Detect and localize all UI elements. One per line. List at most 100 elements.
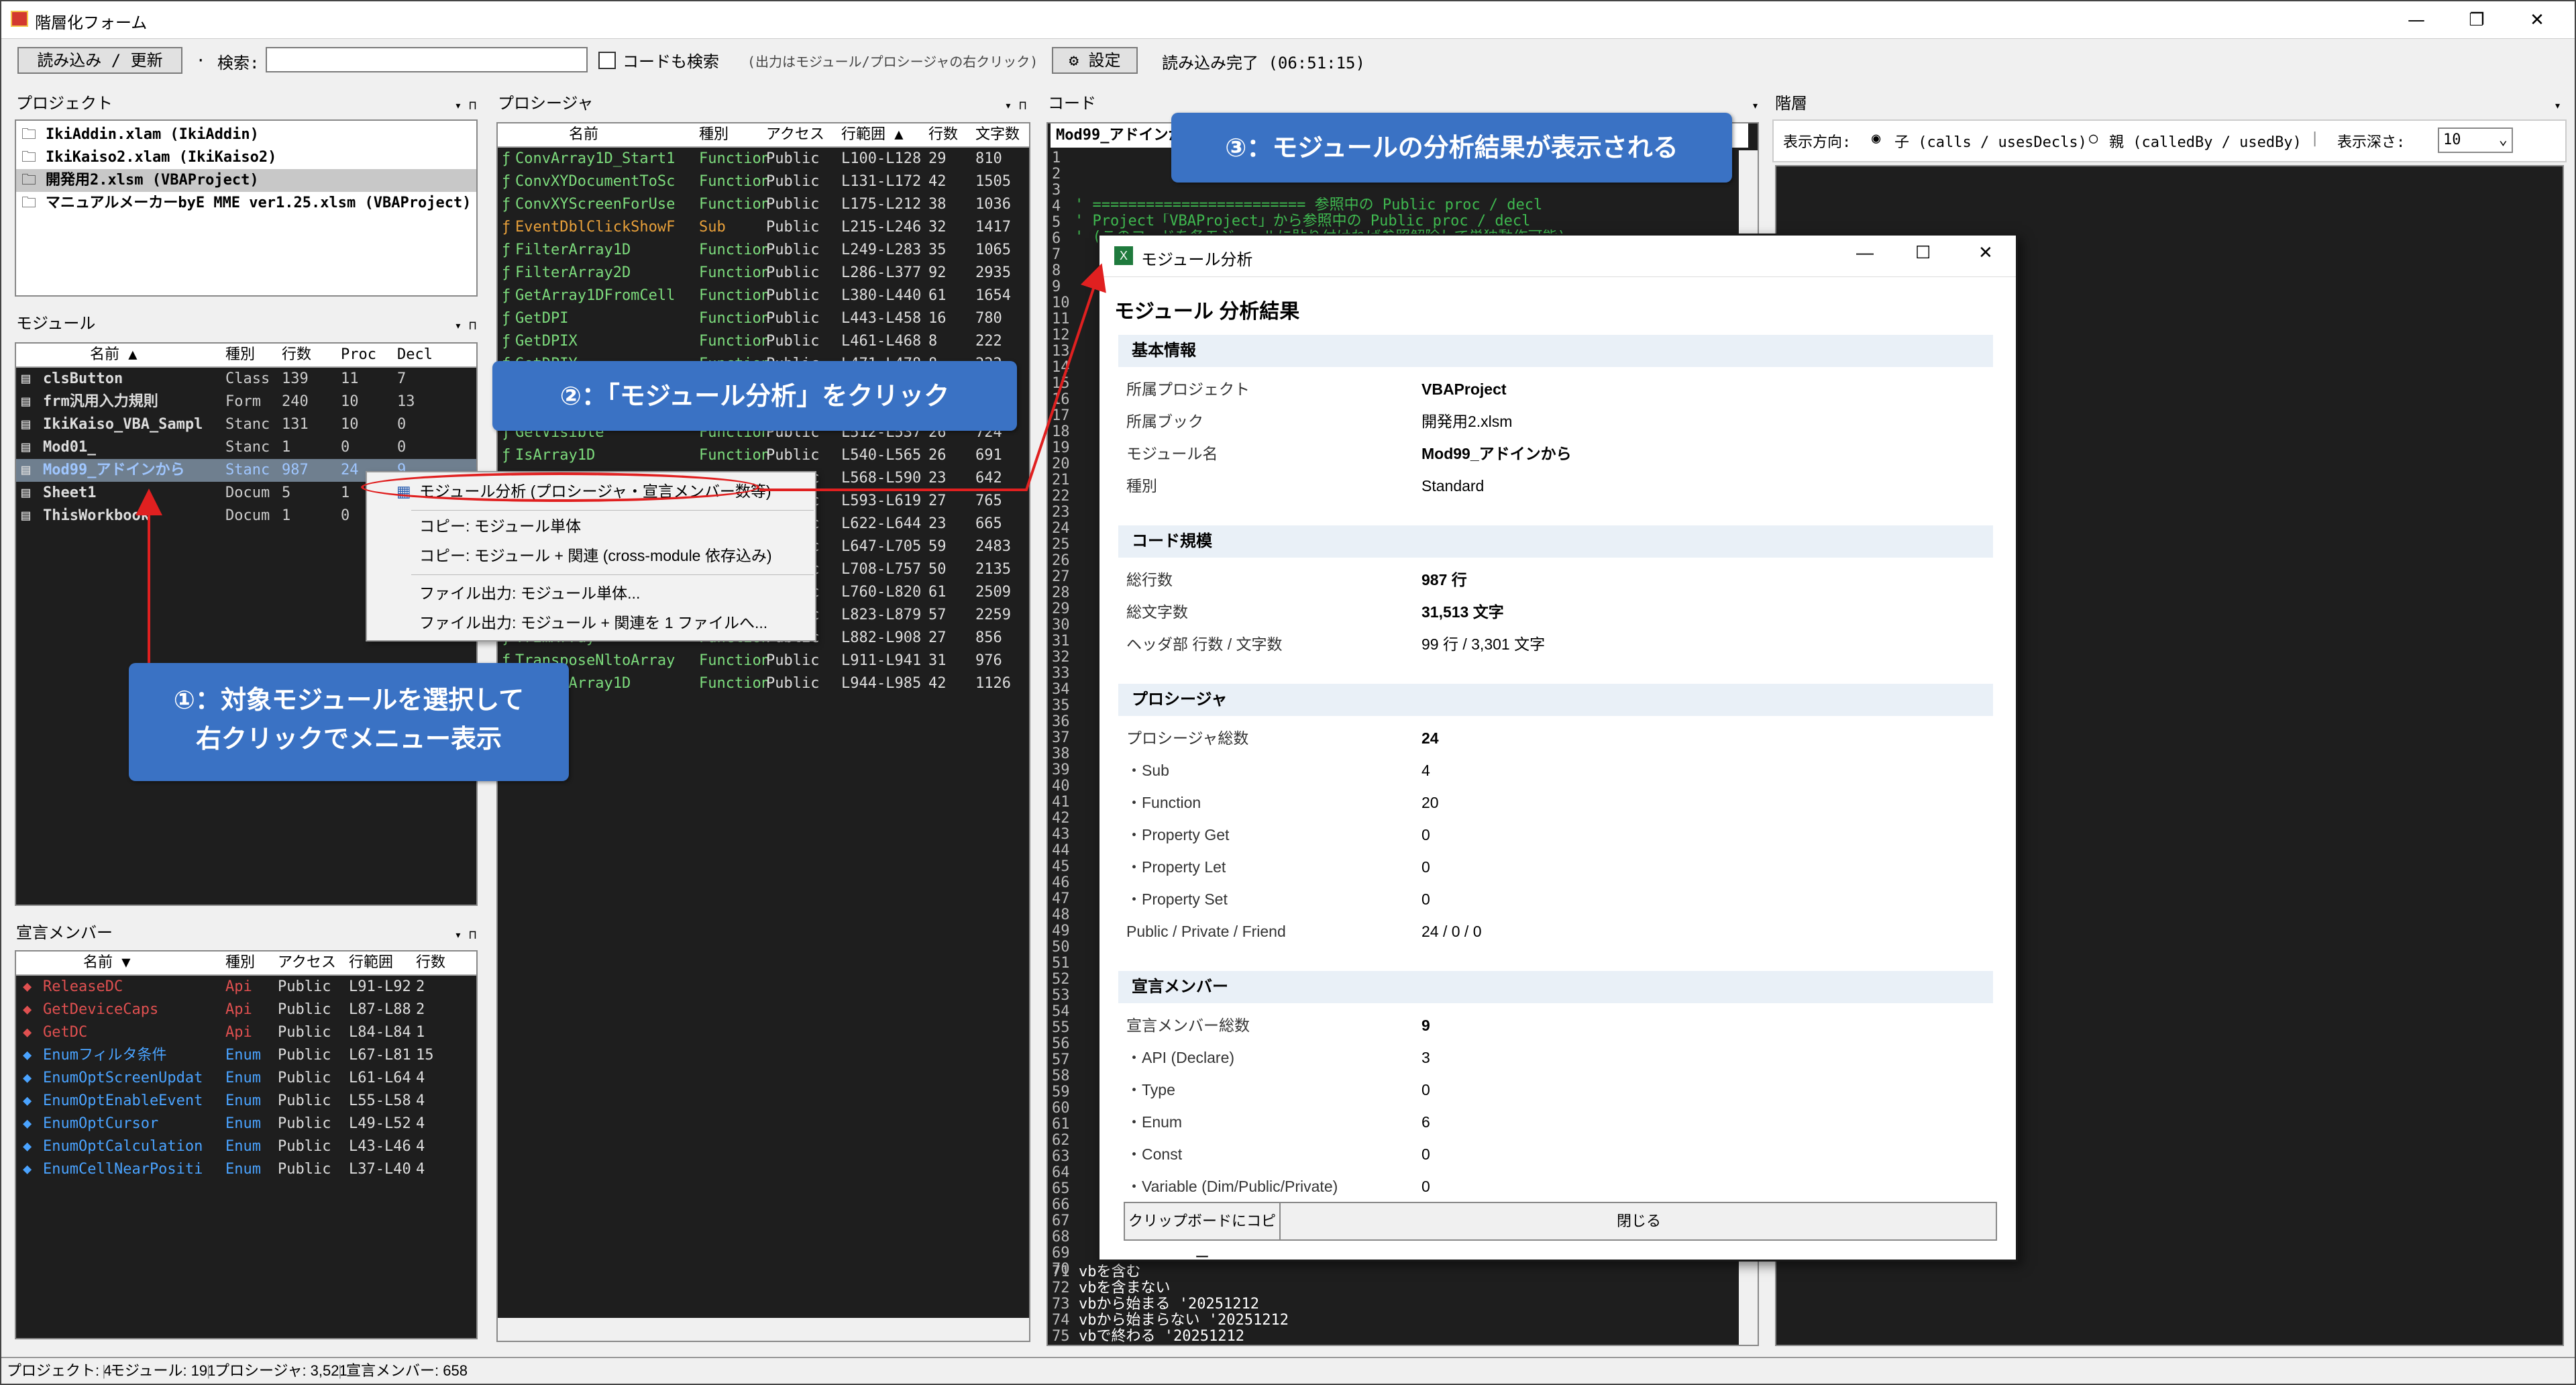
- table-row[interactable]: ƒUniqueArray1DFunctionPublicL944-L985421…: [498, 672, 1029, 695]
- col-header-type[interactable]: 種別: [699, 123, 729, 146]
- table-row[interactable]: ƒ ConvXYDocumentToSc Function Public L131-L1…: [498, 170, 1029, 193]
- code-search-checkbox[interactable]: [598, 52, 616, 69]
- col-header-name[interactable]: 名前 ▼: [83, 952, 131, 974]
- cell-name: Enumフィルタ条件: [43, 1047, 167, 1064]
- table-row[interactable]: ▤ Mod01_ Stanc 1 0 0: [16, 436, 476, 459]
- col-header-type[interactable]: 種別: [225, 952, 255, 974]
- pin-icon[interactable]: ▾: [1752, 94, 1759, 118]
- cell-range: L87-L88: [349, 1001, 411, 1018]
- line-number: 69: [1052, 1245, 1070, 1262]
- table-row[interactable]: ◆ EnumOptEnableEvent Enum Public L55-L58 4: [16, 1090, 476, 1113]
- table-row[interactable]: ƒ IsArray1D Function Public L540-L565 26 691: [498, 444, 1029, 467]
- child-radio[interactable]: ◉: [1872, 130, 1880, 147]
- cell-range: L215-L246: [841, 219, 922, 236]
- separator: |: [102, 1362, 106, 1379]
- line-number: 25: [1052, 536, 1070, 553]
- col-header-lines[interactable]: 行数: [282, 344, 311, 366]
- col-header-type[interactable]: 種別: [225, 344, 255, 366]
- kv-key: ・Property Let: [1126, 858, 1226, 876]
- line-number: 55: [1052, 1019, 1070, 1036]
- settings-button[interactable]: ⚙ 設定: [1052, 47, 1138, 74]
- line-number: 36: [1052, 713, 1070, 730]
- table-row[interactable]: ƒ GetDPI Function Public L443-L458 16 780: [498, 307, 1029, 330]
- pin-icon[interactable]: ▾ ⊓: [454, 314, 476, 338]
- dialog-close-button[interactable]: 閉じる: [1282, 1203, 1996, 1239]
- menu-item-export-module[interactable]: ファイル出力: モジュール単体...: [419, 580, 640, 607]
- col-header-lines[interactable]: 行数: [928, 123, 958, 146]
- function-icon: ƒ: [502, 310, 511, 327]
- kv-value: 987 行: [1421, 571, 1467, 588]
- close-button[interactable]: ✕: [2517, 5, 2557, 35]
- maximize-button[interactable]: ❐: [2457, 5, 2497, 35]
- load-refresh-button[interactable]: 読み込み / 更新: [17, 47, 182, 74]
- pin-icon[interactable]: ▾ ⊓: [454, 923, 476, 947]
- table-row[interactable]: ƒ FilterArray1D Function Public L249-L283 35 1…: [498, 239, 1029, 262]
- table-row[interactable]: ƒ ConvArray1D_Start1 Function Public L100-L1…: [498, 148, 1029, 170]
- menu-item-copy-module[interactable]: コピー: モジュール単体: [419, 513, 581, 540]
- code-text: vbから始まる '20251212: [1079, 1296, 1259, 1313]
- cell-access: Public: [766, 310, 820, 327]
- menu-item-export-related[interactable]: ファイル出力: モジュール + 関連を 1 ファイルへ...: [419, 609, 767, 636]
- cell-range: L61-L64: [349, 1070, 411, 1086]
- cell-lines: 987: [282, 462, 309, 478]
- table-row[interactable]: ◆ ReleaseDC Api Public L91-L92 2: [16, 976, 476, 998]
- menu-item-copy-related[interactable]: コピー: モジュール + 関連 (cross-module 依存込み): [419, 542, 772, 569]
- dialog-maximize-button[interactable]: ☐: [1915, 242, 1931, 263]
- module-pane-title: モジュール: [16, 314, 96, 333]
- col-header-range[interactable]: 行範囲 ▲: [841, 123, 904, 146]
- parent-radio[interactable]: ○: [2089, 130, 2098, 147]
- decl-list: 名前 ▼ 種別 アクセス 行範囲 行数 ◆ ReleaseDC Api Public L…: [15, 950, 478, 1339]
- col-header-access[interactable]: アクセス: [278, 952, 336, 974]
- load-status: 読み込み完了 (06:51:15): [1162, 54, 1365, 72]
- table-row[interactable]: ▤ IkiKaiso_VBA_Sampl Stanc 131 10 0: [16, 413, 476, 436]
- table-row[interactable]: ◆ GetDeviceCaps Api Public L87-L88 2: [16, 998, 476, 1021]
- minimize-button[interactable]: —: [2396, 5, 2436, 35]
- search-input[interactable]: [266, 47, 588, 72]
- proc-horizontal-scrollbar[interactable]: [498, 1318, 1029, 1341]
- pin-icon[interactable]: ▾ ⊓: [1004, 94, 1026, 118]
- list-item-selected[interactable]: 🗀 開発用2.xlsm (VBAProject): [16, 169, 476, 192]
- decl-pane-title: 宣言メンバー: [16, 923, 113, 942]
- copy-clipboard-button[interactable]: クリップボードにコピー: [1125, 1203, 1281, 1266]
- table-row[interactable]: ƒ EventDblClickShowF Sub Public L215-L246 32 1…: [498, 216, 1029, 239]
- col-header-lines[interactable]: 行数: [416, 952, 445, 974]
- table-row[interactable]: ◆ Enumフィルタ条件 Enum Public L67-L81 15: [16, 1044, 476, 1067]
- table-row[interactable]: ◆ GetDC Api Public L84-L84 1: [16, 1021, 476, 1044]
- table-row[interactable]: ƒ FilterArray2D Function Public L286-L377 92 2…: [498, 262, 1029, 285]
- col-header-proc[interactable]: Proc: [341, 344, 376, 366]
- col-header-range[interactable]: 行範囲: [349, 952, 393, 974]
- depth-select[interactable]: 10 ⌄: [2438, 127, 2513, 153]
- pin-icon[interactable]: ▾: [2554, 94, 2561, 118]
- cell-name: Sheet1: [43, 484, 97, 501]
- dialog-close-icon[interactable]: ✕: [1978, 242, 1993, 263]
- table-row[interactable]: ƒ GetArray1DFromCell Function Public L380-L4…: [498, 285, 1029, 307]
- cell-type: Stanc: [225, 462, 270, 478]
- separator: |: [338, 1362, 342, 1379]
- pin-icon[interactable]: ▾ ⊓: [454, 94, 476, 118]
- table-row[interactable]: ◆ EnumOptCursor Enum Public L49-L52 4: [16, 1113, 476, 1135]
- table-row[interactable]: ◆ EnumOptScreenUpdat Enum Public L61-L64 4: [16, 1067, 476, 1090]
- col-header-name[interactable]: 名前 ▲: [90, 344, 138, 366]
- table-row[interactable]: ◆ EnumOptCalculation Enum Public L43-L46 4: [16, 1135, 476, 1158]
- cell-name: frm汎用入力規則: [43, 393, 158, 410]
- table-row[interactable]: ▤ clsButton Class 139 11 7: [16, 368, 476, 391]
- col-header-chars[interactable]: 文字数: [975, 123, 1020, 146]
- kv-value: Mod99_アドインから: [1421, 445, 1572, 462]
- col-header-decl[interactable]: Decl: [397, 344, 433, 366]
- table-row[interactable]: ▤ frm汎用入力規則 Form 240 10 13: [16, 391, 476, 413]
- line-number: 43: [1052, 826, 1070, 843]
- table-row[interactable]: ◆ EnumCellNearPositi Enum Public L37-L40 4: [16, 1158, 476, 1181]
- table-row[interactable]: ƒ GetDPIX Function Public L461-L468 8 222: [498, 330, 1029, 353]
- table-row[interactable]: ƒ TransposeNltoArray Function Public L911-L9…: [498, 650, 1029, 672]
- list-item[interactable]: 🗀 IkiKaiso2.xlam (IkiKaiso2): [16, 146, 476, 169]
- kv-value: 0: [1421, 858, 1430, 876]
- cell-range: L55-L58: [349, 1092, 411, 1109]
- dialog-minimize-button[interactable]: —: [1856, 242, 1874, 263]
- col-header-access[interactable]: アクセス: [766, 123, 824, 146]
- table-row[interactable]: ƒ ConvXYScreenForUse Function Public L175-L2…: [498, 193, 1029, 216]
- list-item[interactable]: 🗀 マニュアルメーカーbyE MME ver1.25.xlsm (VBAProje…: [16, 192, 476, 215]
- list-item[interactable]: 🗀 IkiAddin.xlam (IkiAddin): [16, 123, 476, 146]
- col-header-name[interactable]: 名前: [569, 123, 598, 146]
- cell-lines: 2: [416, 1001, 425, 1018]
- line-number: 39: [1052, 762, 1070, 778]
